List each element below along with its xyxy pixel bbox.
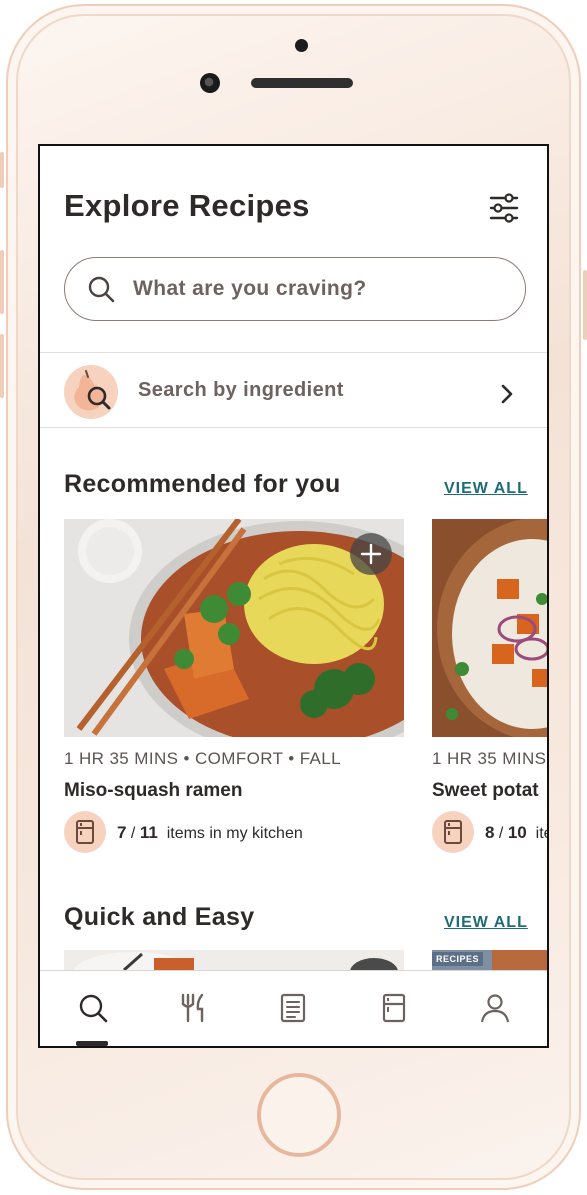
quick-view-all-link[interactable]: VIEW ALL bbox=[444, 914, 528, 932]
search-icon bbox=[88, 276, 115, 303]
kitchen-suffix: ite bbox=[535, 825, 547, 842]
fridge-icon bbox=[432, 811, 474, 853]
kitchen-items-count: 7 / 11 items in my kitchen bbox=[117, 823, 303, 843]
recipe-name[interactable]: Miso-squash ramen bbox=[64, 780, 242, 802]
power-button bbox=[583, 270, 587, 340]
recipe-meta: 1 HR 35 MINS • COMFORT • FALL bbox=[64, 749, 341, 768]
search-input[interactable]: What are you craving? bbox=[64, 257, 526, 321]
recipe-meta: 1 HR 35 MINS bbox=[432, 749, 547, 768]
ingredient-search-label: Search by ingredient bbox=[138, 379, 344, 401]
kitchen-have: 7 bbox=[117, 823, 127, 842]
chevron-right-icon bbox=[501, 384, 513, 404]
recipes-badge: RECIPES bbox=[432, 952, 484, 966]
kitchen-sep: / bbox=[130, 825, 136, 842]
recipe-card[interactable]: 1 HR 35 MINS Sweet potat 8 / 10 ite bbox=[432, 519, 547, 853]
nav-fork-knife-icon[interactable] bbox=[176, 991, 210, 1025]
mute-switch bbox=[0, 152, 4, 188]
kitchen-total: 11 bbox=[139, 823, 158, 842]
kitchen-sep: / bbox=[498, 825, 504, 842]
recipe-image-miso-ramen[interactable] bbox=[64, 519, 404, 737]
pear-search-icon bbox=[64, 365, 118, 419]
volume-up-button bbox=[0, 250, 4, 314]
nav-list-icon[interactable] bbox=[276, 991, 310, 1025]
search-by-ingredient-row[interactable]: Search by ingredient bbox=[40, 352, 547, 428]
search-placeholder: What are you craving? bbox=[133, 277, 367, 300]
app-screen: Explore Recipes What are you craving? Se… bbox=[38, 144, 549, 1048]
page-title: Explore Recipes bbox=[64, 188, 310, 223]
sliders-icon[interactable] bbox=[488, 193, 520, 223]
recommended-section-title: Recommended for you bbox=[64, 470, 341, 498]
quick-section-title: Quick and Easy bbox=[64, 903, 255, 931]
volume-down-button bbox=[0, 334, 4, 398]
add-recipe-button[interactable] bbox=[350, 533, 392, 575]
recommended-view-all-link[interactable]: VIEW ALL bbox=[444, 480, 528, 498]
front-camera bbox=[200, 73, 220, 93]
fridge-icon bbox=[64, 811, 106, 853]
kitchen-items-count: 8 / 10 ite bbox=[485, 823, 547, 843]
proximity-sensor bbox=[295, 39, 308, 52]
home-button[interactable] bbox=[257, 1073, 341, 1157]
kitchen-total: 10 bbox=[507, 823, 527, 842]
recipe-card[interactable]: 1 HR 35 MINS • COMFORT • FALL Miso-squas… bbox=[64, 519, 404, 853]
header: Explore Recipes What are you craving? bbox=[40, 146, 547, 351]
nav-fridge-icon[interactable] bbox=[377, 991, 411, 1025]
kitchen-have: 8 bbox=[485, 823, 495, 842]
bottom-nav bbox=[40, 970, 547, 1046]
plus-icon bbox=[360, 543, 382, 565]
nav-search-icon[interactable] bbox=[76, 991, 110, 1025]
kitchen-suffix: items in my kitchen bbox=[166, 825, 303, 842]
nav-active-indicator bbox=[76, 1041, 108, 1046]
recipe-image-sweet-potato[interactable] bbox=[432, 519, 547, 737]
nav-profile-icon[interactable] bbox=[478, 991, 512, 1025]
quick-card-image[interactable] bbox=[64, 950, 404, 970]
earpiece-speaker bbox=[251, 78, 353, 88]
recipe-name[interactable]: Sweet potat bbox=[432, 780, 539, 802]
